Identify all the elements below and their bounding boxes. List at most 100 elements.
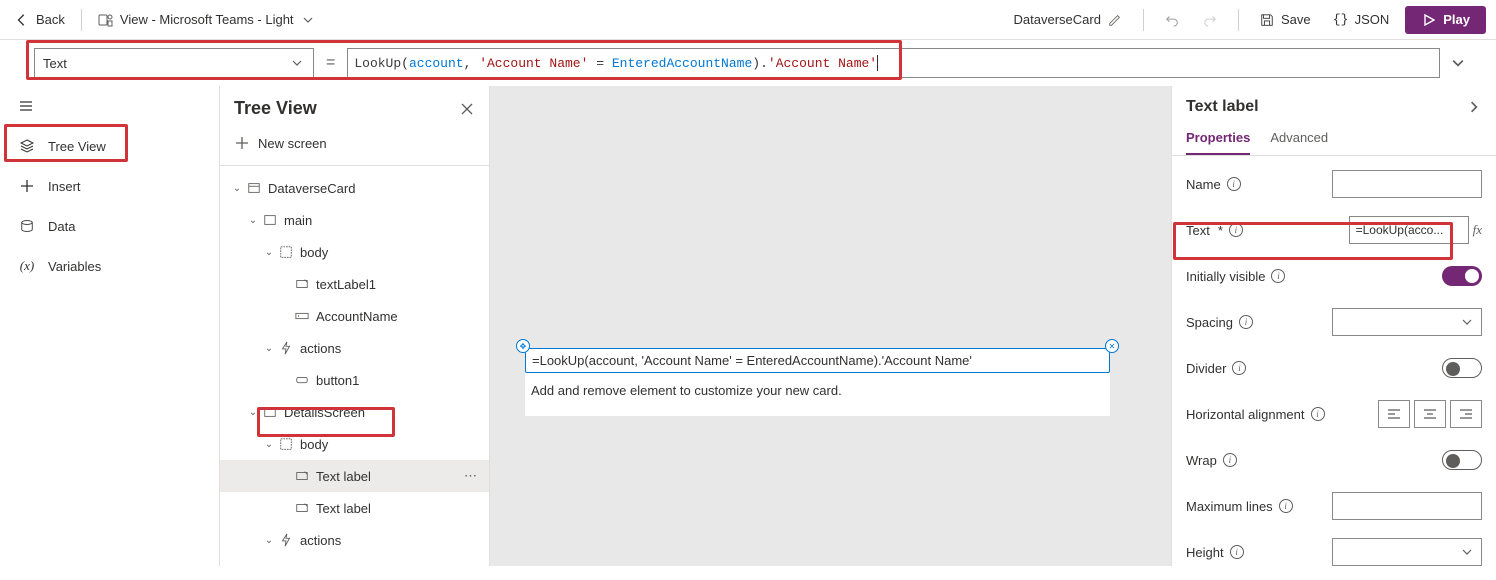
textlabel-icon xyxy=(292,469,312,483)
prop-label-visible: Initially visible xyxy=(1186,269,1265,284)
token-tailstr: 'Account Name' xyxy=(768,56,877,71)
layers-icon xyxy=(18,138,36,154)
redo-button[interactable] xyxy=(1196,8,1224,32)
prop-row-spacing: Spacing i xyxy=(1180,302,1488,342)
tree-node-textlabel1[interactable]: textLabel1 xyxy=(220,268,489,300)
info-icon[interactable]: i xyxy=(1229,223,1243,237)
tree-node-accountname[interactable]: AccountName xyxy=(220,300,489,332)
lightning-icon xyxy=(276,341,296,355)
tab-advanced[interactable]: Advanced xyxy=(1270,130,1328,155)
new-screen-button[interactable]: New screen xyxy=(220,125,489,166)
height-select[interactable] xyxy=(1332,538,1482,566)
fx-icon[interactable]: fx xyxy=(1473,222,1482,238)
container-icon xyxy=(276,245,296,259)
toggle-initially-visible[interactable] xyxy=(1442,266,1482,286)
tree-node-main[interactable]: ⌄ main xyxy=(220,204,489,236)
tree-node-body-2[interactable]: ⌄ body xyxy=(220,428,489,460)
rail-label: Variables xyxy=(48,259,101,274)
rail-tree-view[interactable]: Tree View xyxy=(0,126,219,166)
rail-insert[interactable]: Insert xyxy=(0,166,219,206)
main-region: Tree View Insert Data (x) Variables Tree… xyxy=(0,86,1496,566)
align-left-button[interactable] xyxy=(1378,400,1410,428)
caret-down-icon: ⌄ xyxy=(262,247,276,258)
tree-node-button1[interactable]: button1 xyxy=(220,364,489,396)
tree-node-actions-2[interactable]: ⌄ actions xyxy=(220,524,489,556)
teams-icon xyxy=(98,12,114,28)
info-icon[interactable]: i xyxy=(1227,177,1241,191)
tree-node-text-label-selected[interactable]: Text label ⋯ xyxy=(220,460,489,492)
card-name[interactable]: DataverseCard xyxy=(1008,8,1129,32)
remove-handle-tr[interactable]: ✕ xyxy=(1105,339,1119,353)
tree: ⌄ DataverseCard ⌄ main ⌄ body textLabel1 xyxy=(220,166,489,556)
prop-label-maxlines: Maximum lines xyxy=(1186,499,1273,514)
caret-down-icon: ⌄ xyxy=(230,183,244,194)
save-button[interactable]: Save xyxy=(1253,8,1317,32)
more-icon[interactable]: ⋯ xyxy=(464,468,479,484)
token-comma: , xyxy=(464,56,480,71)
chevron-down-icon xyxy=(1459,314,1475,330)
undo-icon xyxy=(1164,12,1180,28)
align-center-button[interactable] xyxy=(1414,400,1446,428)
prop-label-wrap: Wrap xyxy=(1186,453,1217,468)
info-icon[interactable]: i xyxy=(1239,315,1253,329)
drag-handle-tl[interactable]: ✥ xyxy=(516,339,530,353)
info-icon[interactable]: i xyxy=(1230,545,1244,559)
prop-row-text: Text* i =LookUp(acco... fx xyxy=(1180,210,1488,250)
prop-label-name: Name xyxy=(1186,177,1221,192)
properties-panel: Text label Properties Advanced Name i Te… xyxy=(1171,86,1496,566)
tree-node-dataversecard[interactable]: ⌄ DataverseCard xyxy=(220,172,489,204)
tree-label: body xyxy=(300,437,328,452)
formula-input[interactable]: LookUp(account, 'Account Name' = Entered… xyxy=(347,48,1440,78)
tree-node-body[interactable]: ⌄ body xyxy=(220,236,489,268)
toggle-wrap[interactable] xyxy=(1442,450,1482,470)
maxlines-input[interactable] xyxy=(1332,492,1482,520)
undo-button[interactable] xyxy=(1158,8,1186,32)
property-selector-label: Text xyxy=(43,56,67,71)
selected-element[interactable]: ✥ ✕ =LookUp(account, 'Account Name' = En… xyxy=(525,348,1110,373)
prop-row-height: Height i xyxy=(1180,532,1488,572)
formula-expand[interactable] xyxy=(1440,55,1476,71)
card-preview[interactable]: ✥ ✕ =LookUp(account, 'Account Name' = En… xyxy=(525,348,1110,416)
json-button[interactable]: {} JSON xyxy=(1327,8,1396,32)
new-screen-label: New screen xyxy=(258,136,327,151)
prop-label-divider: Divider xyxy=(1186,361,1226,376)
info-icon[interactable]: i xyxy=(1279,499,1293,513)
equals-sign: = xyxy=(314,54,347,72)
align-right-button[interactable] xyxy=(1450,400,1482,428)
separator xyxy=(1143,9,1144,31)
rail-label: Data xyxy=(48,219,75,234)
text-input[interactable]: =LookUp(acco... xyxy=(1349,216,1469,244)
prop-row-maxlines: Maximum lines i xyxy=(1180,486,1488,526)
view-selector[interactable]: View - Microsoft Teams - Light xyxy=(94,8,320,32)
info-icon[interactable]: i xyxy=(1232,361,1246,375)
rail-label: Insert xyxy=(48,179,81,194)
tree-node-text-label-2[interactable]: Text label xyxy=(220,492,489,524)
play-button[interactable]: Play xyxy=(1405,6,1486,34)
canvas[interactable]: ✥ ✕ =LookUp(account, 'Account Name' = En… xyxy=(490,86,1171,566)
chevron-right-icon[interactable] xyxy=(1466,99,1482,115)
info-icon[interactable]: i xyxy=(1311,407,1325,421)
token-tail: ). xyxy=(752,56,768,71)
play-icon xyxy=(1421,12,1437,28)
cursor xyxy=(877,55,878,71)
tab-properties[interactable]: Properties xyxy=(1186,130,1250,155)
tree-node-detailsscreen[interactable]: ⌄ DetailsScreen xyxy=(220,396,489,428)
info-icon[interactable]: i xyxy=(1223,453,1237,467)
rail-data[interactable]: Data xyxy=(0,206,219,246)
tree-label: main xyxy=(284,213,312,228)
rail-collapse[interactable] xyxy=(0,86,219,126)
prop-row-wrap: Wrap i xyxy=(1180,440,1488,480)
name-input[interactable] xyxy=(1332,170,1482,198)
prop-label-halign: Horizontal alignment xyxy=(1186,407,1305,422)
property-selector[interactable]: Text xyxy=(34,48,314,78)
info-icon[interactable]: i xyxy=(1271,269,1285,283)
chevron-down-icon xyxy=(289,55,305,71)
close-icon[interactable] xyxy=(459,101,475,117)
back-button[interactable]: Back xyxy=(10,8,69,32)
toggle-divider[interactable] xyxy=(1442,358,1482,378)
props-title: Text label xyxy=(1186,98,1259,116)
spacing-select[interactable] xyxy=(1332,308,1482,336)
rail-variables[interactable]: (x) Variables xyxy=(0,246,219,286)
token-eq: = xyxy=(596,56,604,71)
tree-node-actions[interactable]: ⌄ actions xyxy=(220,332,489,364)
